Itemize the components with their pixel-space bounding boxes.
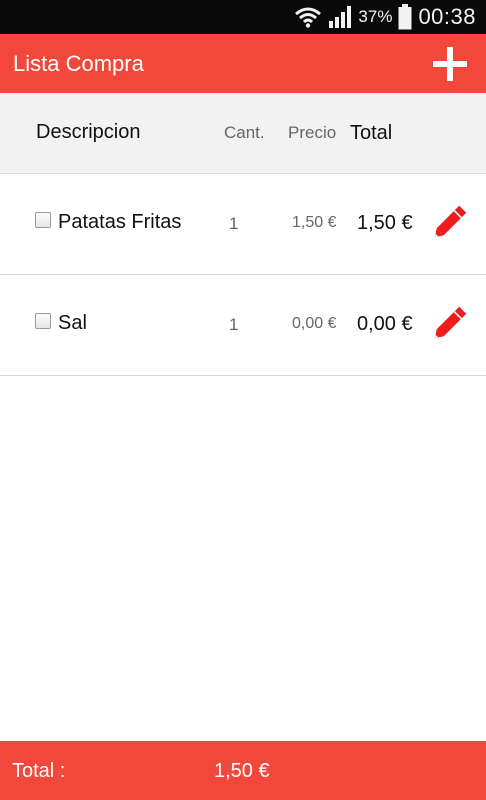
item-name: Sal: [58, 312, 87, 334]
item-total: 1,50 €: [357, 212, 413, 234]
column-header-description: Descripcion: [36, 121, 141, 143]
signal-icon: [329, 6, 352, 28]
total-value: 1,50 €: [214, 760, 270, 782]
item-price: 1,50 €: [292, 214, 337, 231]
plus-icon: [433, 47, 467, 81]
list-item[interactable]: Sal 1 0,00 € 0,00 €: [0, 275, 486, 376]
wifi-icon: [295, 7, 322, 28]
list-item[interactable]: Patatas Fritas 1 1,50 € 1,50 €: [0, 174, 486, 275]
item-quantity: 1: [229, 214, 239, 233]
item-checkbox[interactable]: [35, 313, 51, 329]
total-label: Total :: [12, 760, 66, 782]
battery-percent: 37%: [358, 7, 393, 26]
add-item-button[interactable]: [432, 46, 468, 82]
edit-item-button[interactable]: [428, 200, 472, 244]
clock: 00:38: [418, 4, 476, 29]
total-footer: Total : 1,50 €: [0, 741, 486, 800]
status-bar-indicators: 37% 00:38: [294, 0, 476, 34]
item-quantity: 1: [229, 315, 239, 334]
pencil-icon: [435, 306, 467, 338]
pencil-icon: [435, 205, 467, 237]
edit-item-button[interactable]: [428, 301, 472, 345]
column-header-quantity: Cant.: [224, 123, 265, 142]
item-checkbox[interactable]: [35, 212, 51, 228]
item-name: Patatas Fritas: [58, 211, 182, 233]
table-header: Descripcion Cant. Precio Total: [0, 93, 486, 174]
column-header-price: Precio: [288, 123, 337, 142]
item-price: 0,00 €: [292, 315, 337, 332]
item-total: 0,00 €: [357, 313, 413, 335]
app-bar: Lista Compra: [0, 34, 486, 93]
battery-icon: [398, 4, 412, 30]
app-title: Lista Compra: [13, 51, 144, 76]
status-bar: 37% 00:38: [0, 0, 486, 34]
column-header-total: Total: [350, 122, 393, 144]
